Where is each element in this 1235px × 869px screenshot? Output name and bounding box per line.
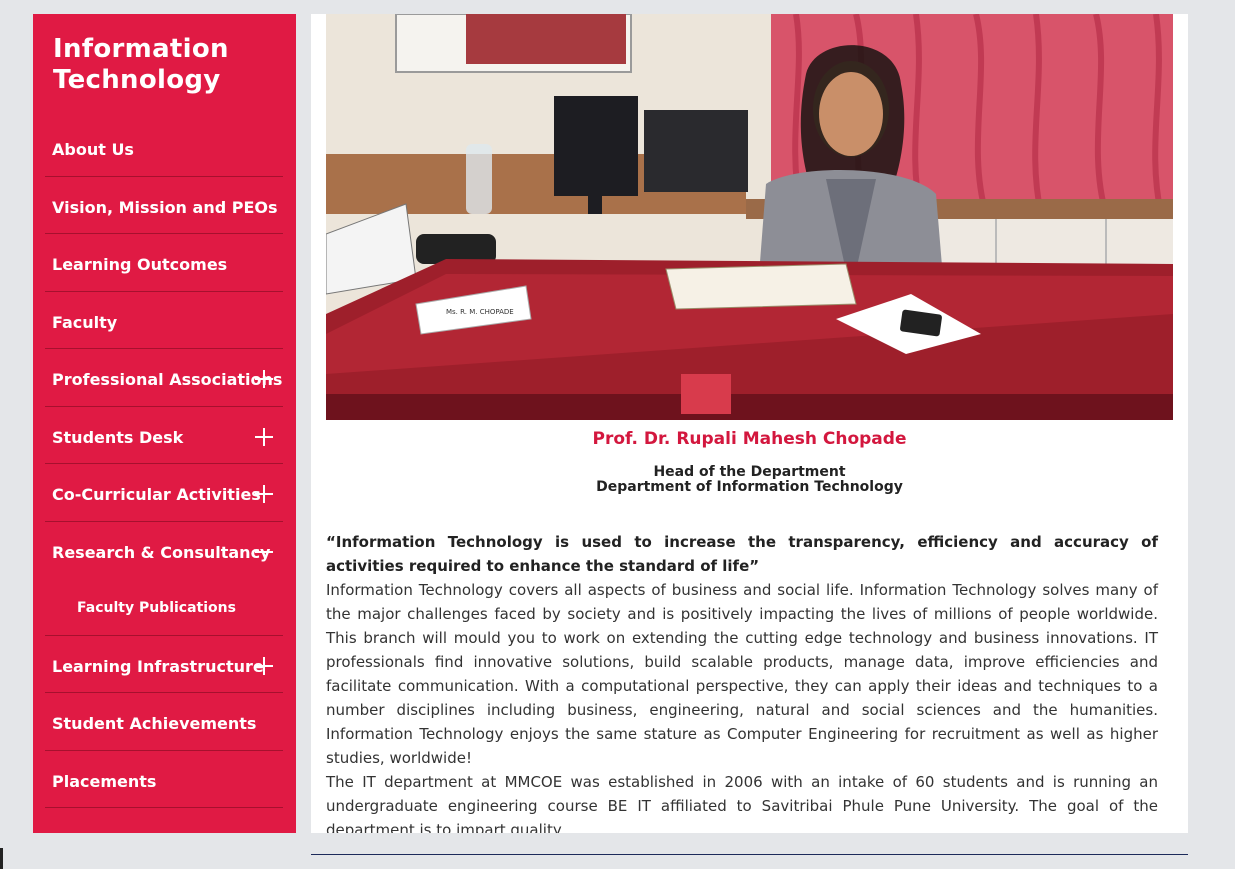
sidebar-item-placements[interactable]: Placements: [45, 751, 283, 808]
sidebar-item-research-consultancy[interactable]: Research & Consultancy Faculty Publicati…: [45, 522, 283, 636]
expand-plus-icon[interactable]: [255, 370, 273, 388]
sidebar-item-label: Faculty: [52, 312, 118, 332]
submenu-item-faculty-publications[interactable]: Faculty Publications: [77, 600, 236, 616]
department-quote: “Information Technology is used to incre…: [326, 533, 1158, 575]
hod-photo: Ms. R. M. CHOPADE: [326, 14, 1173, 420]
sidebar-item-label: Co-Curricular Activities: [52, 485, 261, 504]
sidebar-item-label: Placements: [52, 771, 157, 791]
history-paragraph: The IT department at MMCOE was establish…: [326, 773, 1158, 833]
sidebar-item-label: About Us: [52, 140, 134, 159]
sidebar-item-label: Learning Infrastructure: [52, 656, 264, 676]
scroll-edge-marker: [0, 848, 3, 869]
sidebar-item-label: Learning Outcomes: [52, 255, 228, 274]
sidebar-item-learning-infrastructure[interactable]: Learning Infrastructure: [45, 636, 283, 693]
expand-plus-icon[interactable]: [255, 427, 273, 446]
nameplate-text: Ms. R. M. CHOPADE: [446, 308, 514, 316]
sidebar-item-co-curricular-activities[interactable]: Co-Curricular Activities: [45, 464, 283, 522]
intro-paragraph: Information Technology covers all aspect…: [326, 581, 1158, 767]
sidebar-title: Information Technology: [53, 34, 229, 95]
sidebar-item-label: Students Desk: [52, 427, 184, 447]
hod-designation: Head of the Department Department of Inf…: [311, 465, 1188, 495]
sidebar-item-label: Research & Consultancy: [52, 542, 271, 562]
sidebar-item-student-achievements[interactable]: Student Achievements: [45, 693, 283, 751]
main-content: Ms. R. M. CHOPADE Prof. Dr. Rupali Mahes…: [311, 14, 1188, 833]
sidebar-item-vision-mission-peos[interactable]: Vision, Mission and PEOs: [45, 177, 283, 234]
hod-role-title: Head of the Department: [653, 464, 846, 480]
sidebar-item-label: Student Achievements: [52, 714, 257, 733]
collapse-minus-icon[interactable]: [255, 543, 273, 561]
sidebar-item-about-us[interactable]: About Us: [45, 119, 283, 177]
sidebar-item-label: Professional Associations: [52, 370, 283, 389]
sidebar-item-learning-outcomes[interactable]: Learning Outcomes: [45, 234, 283, 292]
footer-divider: [311, 854, 1188, 855]
sidebar-item-faculty[interactable]: Faculty: [45, 292, 283, 349]
expand-plus-icon[interactable]: [255, 485, 273, 503]
expand-plus-icon[interactable]: [255, 656, 273, 675]
department-sidebar: Information Technology About Us Vision, …: [33, 14, 296, 833]
sidebar-item-label: Vision, Mission and PEOs: [52, 197, 278, 217]
hod-name: Prof. Dr. Rupali Mahesh Chopade: [592, 429, 907, 449]
sidebar-menu: About Us Vision, Mission and PEOs Learni…: [45, 119, 283, 808]
sidebar-item-professional-associations[interactable]: Professional Associations: [45, 349, 283, 407]
sidebar-item-students-desk[interactable]: Students Desk: [45, 407, 283, 464]
hod-department: Department of Information Technology: [596, 479, 903, 495]
